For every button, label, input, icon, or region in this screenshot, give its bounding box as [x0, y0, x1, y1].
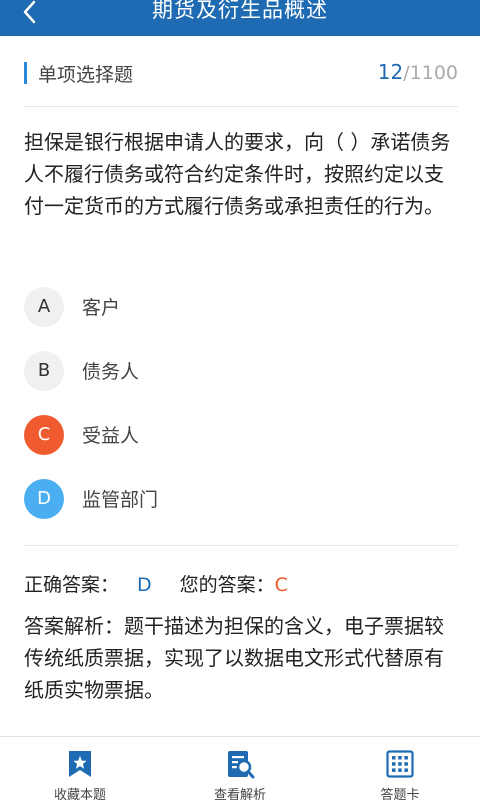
- answer-analysis: 答案解析：题干描述为担保的含义，电子票据较传统纸质票据，实现了以数据电文形式代替…: [24, 614, 444, 702]
- tab-label: 收藏本题: [53, 788, 106, 800]
- your-answer-label: 您的答案：: [179, 574, 275, 596]
- tab-label: 答题卡: [380, 788, 420, 800]
- correct-answer-label: 正确答案：: [24, 574, 120, 596]
- page-title: 期货及衍生品概述: [152, 0, 328, 22]
- option-letter-badge: C: [24, 415, 64, 455]
- answer-grid-icon: [386, 750, 414, 778]
- option-c[interactable]: C 受益人: [24, 415, 456, 455]
- answer-card-button[interactable]: 答题卡: [320, 737, 480, 800]
- option-letter-badge: A: [24, 287, 64, 327]
- divider: [24, 106, 458, 107]
- divider: [24, 545, 458, 546]
- current-question-number: 12: [377, 60, 404, 84]
- correct-answer-value: D: [137, 574, 152, 596]
- option-letter-badge: D: [24, 479, 64, 519]
- document-search-icon: [228, 751, 255, 779]
- option-text: 债务人: [82, 361, 140, 383]
- app-header: 期货及衍生品概述: [0, 0, 480, 36]
- option-b[interactable]: B 债务人: [24, 351, 456, 391]
- option-text: 受益人: [82, 425, 140, 447]
- bookmark-star-icon: [69, 751, 91, 777]
- question-type-row: 单项选择题 12/1100: [24, 58, 458, 90]
- question-counter: 12/1100: [378, 60, 458, 84]
- option-text: 客户: [82, 297, 121, 319]
- tab-label: 查看解析: [213, 788, 266, 800]
- option-d[interactable]: D 监管部门: [24, 479, 456, 519]
- option-letter-badge: B: [24, 351, 64, 391]
- bottom-toolbar: 收藏本题 查看解析 答题卡: [0, 736, 480, 800]
- favorite-question-button[interactable]: 收藏本题: [0, 737, 160, 800]
- option-text: 监管部门: [82, 489, 159, 511]
- question-text: 担保是银行根据申请人的要求，向（ ）承诺债务人不履行债务或符合约定条件时，按照约…: [24, 130, 451, 218]
- your-answer-value: C: [274, 574, 288, 596]
- view-analysis-button[interactable]: 查看解析: [160, 737, 320, 800]
- total-question-count: /1100: [403, 62, 458, 84]
- option-a[interactable]: A 客户: [24, 287, 456, 327]
- answer-summary: 正确答案： D 您的答案：C: [24, 570, 456, 597]
- question-type-label: 单项选择题: [38, 64, 134, 86]
- accent-bar: [24, 62, 27, 84]
